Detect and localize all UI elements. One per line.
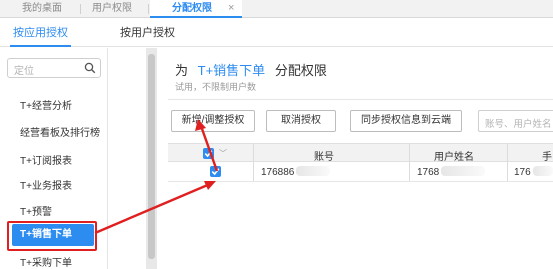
column-header-username: 用户姓名 — [434, 152, 474, 163]
sync-to-cloud-button[interactable]: 同步授权信息到云端 — [350, 110, 462, 132]
cell-extra: 176 — [514, 166, 553, 178]
column-divider — [409, 162, 410, 181]
tab-by-user[interactable]: 按用户授权 — [120, 19, 175, 47]
sidebar-scrollbar[interactable] — [146, 48, 157, 269]
column-header-extra: 手 — [542, 152, 552, 163]
search-icon[interactable] — [84, 62, 96, 74]
title-app-name: T+销售下单 — [197, 63, 266, 78]
redacted-mask — [296, 166, 331, 176]
locate-search-placeholder: 定位 — [14, 66, 34, 77]
select-all-checkbox[interactable] — [203, 148, 214, 159]
cell-account-value: 176886 — [261, 167, 295, 178]
cell-username: 1768 — [417, 166, 486, 178]
table-header: ﹀ 账号 用户姓名 手 — [168, 143, 553, 163]
table-row[interactable]: 176886 1768 176 — [168, 162, 553, 182]
redacted-mask — [532, 166, 553, 176]
sidebar-item-dashboard-ranking[interactable]: 经营看板及排行榜 — [20, 124, 100, 139]
cell-account: 176886 — [261, 166, 331, 178]
sidebar-item-business-analysis[interactable]: T+经营分析 — [20, 97, 72, 112]
check-icon — [211, 168, 220, 176]
sidebar-item-business-reports[interactable]: T+业务报表 — [20, 177, 72, 192]
column-divider — [253, 162, 254, 181]
cell-extra-value: 176 — [514, 167, 531, 178]
add-adjust-authorization-button[interactable]: 新增/调整授权 — [171, 110, 255, 132]
divider — [168, 99, 553, 100]
column-divider — [507, 144, 508, 161]
locate-search-input[interactable]: 定位 — [7, 58, 101, 78]
column-divider — [409, 144, 410, 161]
app-window: 我的桌面 用户权限 分配权限 × 按应用授权 按用户授权 定位 T+经营分析 经… — [0, 0, 553, 269]
column-divider — [253, 144, 254, 161]
sidebar-item-subscribed-reports[interactable]: T+订阅报表 — [20, 152, 72, 167]
tab-by-application[interactable]: 按应用授权 — [10, 19, 71, 47]
chevron-down-icon[interactable]: ﹀ — [219, 148, 227, 159]
title-suffix: 分配权限 — [274, 63, 327, 78]
sidebar-item-purchase-order[interactable]: T+采购下单 — [20, 254, 72, 269]
cell-username-value: 1768 — [417, 167, 440, 178]
main-panel: 为 T+销售下单 分配权限 试用，不限制用户数 新增/调整授权 取消授权 同步授… — [158, 48, 553, 269]
title-prefix: 为 — [175, 63, 189, 78]
tab-assign-permissions[interactable]: 分配权限 × — [150, 0, 242, 18]
check-icon — [204, 150, 213, 158]
redacted-mask — [441, 166, 486, 176]
sub-tab-bar: 按应用授权 按用户授权 — [0, 19, 553, 47]
tab-divider — [80, 4, 81, 14]
row-checkbox[interactable] — [210, 166, 221, 177]
scrollbar-thumb[interactable] — [148, 54, 155, 259]
highlight-box — [7, 221, 97, 251]
tab-user-permissions[interactable]: 用户权限 — [92, 0, 132, 18]
page-title: 为 T+销售下单 分配权限 — [175, 60, 327, 79]
license-hint: 试用，不限制用户数 — [175, 82, 257, 92]
tab-assign-permissions-label: 分配权限 — [172, 3, 212, 14]
column-header-account: 账号 — [314, 152, 334, 163]
top-tab-bar: 我的桌面 用户权限 分配权限 × — [0, 0, 553, 18]
tab-divider — [148, 4, 149, 14]
account-search-placeholder: 账号、用户姓名 — [485, 119, 552, 130]
cancel-authorization-button[interactable]: 取消授权 — [266, 110, 336, 132]
sidebar-item-alerts[interactable]: T+预警 — [20, 203, 52, 218]
close-icon[interactable]: × — [228, 0, 234, 17]
account-search-input[interactable]: 账号、用户姓名 — [478, 110, 553, 132]
tab-my-desktop[interactable]: 我的桌面 — [22, 0, 62, 18]
column-divider — [507, 162, 508, 181]
